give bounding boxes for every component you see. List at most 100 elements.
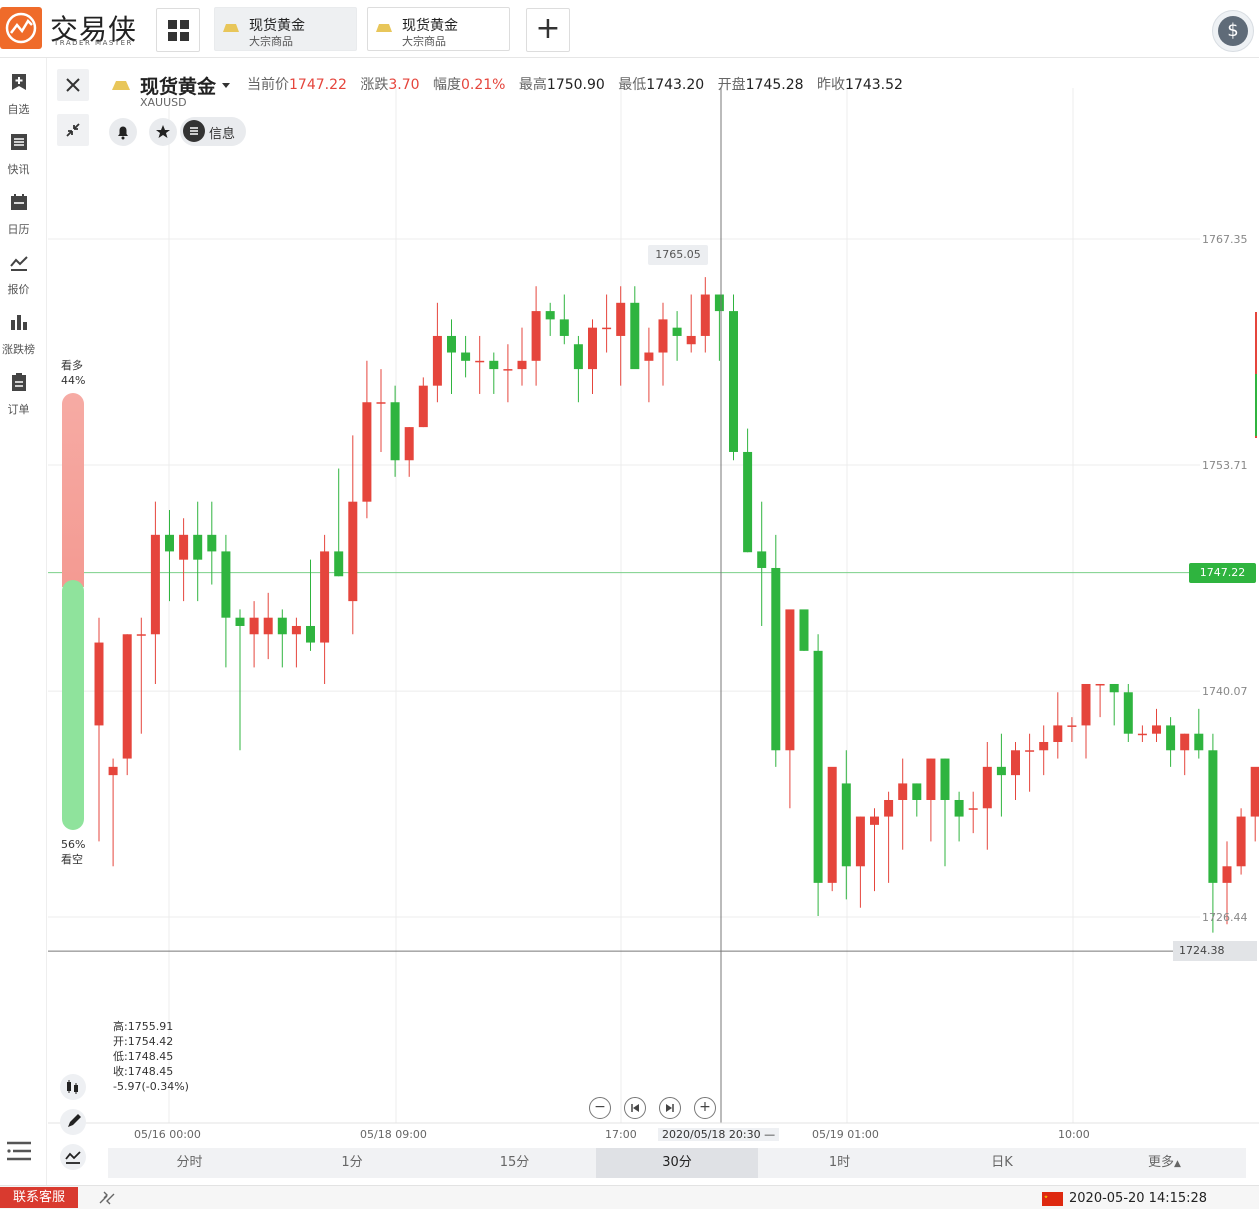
candle-body (1081, 683, 1091, 726)
candle-body (573, 344, 583, 370)
zoom-in-button[interactable]: + (694, 1097, 716, 1119)
period-tab[interactable]: 分时 (108, 1148, 271, 1178)
tab-gold-1[interactable]: 现货黄金 大宗商品 (214, 7, 357, 51)
period-tab[interactable]: 日K (921, 1148, 1083, 1178)
scroll-start-button[interactable] (624, 1097, 646, 1119)
candle-body (912, 783, 922, 800)
close-chart-button[interactable] (57, 69, 89, 101)
candle-body (870, 816, 879, 825)
collapse-button[interactable] (57, 114, 89, 146)
add-tab-button[interactable]: + (526, 8, 570, 52)
candle-body (644, 352, 654, 361)
candle-body (122, 634, 132, 759)
period-tab[interactable]: 1时 (758, 1148, 921, 1178)
period-more-label: 更多 (1148, 1155, 1175, 1170)
bear-bar (62, 580, 84, 830)
sidebar-item-ranking[interactable]: 涨跌榜 (0, 308, 47, 364)
quote-value: 1743.52 (845, 77, 903, 93)
sidebar-item-label: 涨跌榜 (2, 343, 35, 356)
scroll-end-button[interactable] (659, 1097, 681, 1119)
symbol-name[interactable]: 现货黄金 (140, 72, 216, 99)
candle-body (432, 335, 442, 386)
info-label: 信息 (209, 127, 236, 142)
y-tick-label: 1740.07 (1202, 685, 1248, 698)
layout-grid-button[interactable] (156, 8, 200, 52)
tab-gold-2[interactable]: 现货黄金 大宗商品 (367, 7, 510, 51)
candle-body (1236, 816, 1246, 867)
candle-body (1166, 725, 1176, 751)
candle-body (743, 451, 753, 553)
chart-panel[interactable] (48, 58, 1259, 1185)
candle-body (320, 551, 330, 643)
logo-subtitle: TRADER MASTER (54, 39, 133, 47)
chart-type-button[interactable] (60, 1074, 86, 1100)
x-tick-label: 10:00 (1058, 1128, 1090, 1141)
period-tab-active[interactable]: 30分 (596, 1148, 758, 1178)
candle-body (447, 335, 456, 353)
sidebar-item-orders[interactable]: 订单 (0, 368, 47, 424)
skip-forward-icon (666, 1104, 674, 1112)
candle-body (207, 534, 217, 552)
candle-body (785, 609, 795, 751)
candle-body (700, 294, 710, 336)
account-button[interactable]: $ (1212, 10, 1254, 52)
candle-body (165, 534, 174, 552)
candle-body (475, 360, 485, 363)
sidebar-item-calendar[interactable]: 日历 (0, 188, 47, 244)
bell-icon (118, 126, 128, 140)
candle-body (559, 319, 569, 336)
quote-label: 最高 (518, 77, 547, 93)
period-tab-more[interactable]: 更多▲ (1083, 1148, 1246, 1178)
candle-body (855, 816, 865, 867)
sidebar-item-news[interactable]: 快讯 (0, 128, 47, 184)
candle-body (813, 650, 823, 883)
period-tab[interactable]: 1分 (271, 1148, 433, 1178)
quote-value: 0.21% (460, 77, 506, 93)
candle-body (404, 427, 414, 461)
candle-body (1025, 750, 1035, 752)
info-button[interactable]: 信息 (180, 117, 246, 146)
candle-body (827, 766, 837, 883)
candle-body (221, 551, 231, 618)
quote-label: 昨收 (817, 77, 845, 93)
menu-icon[interactable] (7, 1140, 31, 1162)
customer-service-button[interactable]: 联系客服 (0, 1187, 78, 1208)
tab-subtitle: 大宗商品 (249, 35, 293, 48)
sidebar-item-watchlist[interactable]: 自选 (0, 68, 47, 124)
indicator-button[interactable] (60, 1144, 86, 1170)
line-chart-icon (10, 256, 28, 271)
collapse-icon (66, 123, 80, 137)
candle-body (418, 385, 428, 428)
caret-up-icon: ▲ (1174, 1159, 1181, 1169)
news-list-icon (11, 134, 27, 150)
bull-percent: 44% (61, 374, 86, 387)
candle-body (884, 799, 894, 817)
candle-body (517, 360, 527, 370)
sidebar-item-label: 报价 (7, 283, 30, 296)
draw-tool-button[interactable] (60, 1109, 86, 1135)
alert-button[interactable] (109, 118, 137, 146)
candle-body (362, 402, 372, 502)
period-tab[interactable]: 15分 (433, 1148, 596, 1178)
candle-body (277, 617, 287, 635)
gold-bar-icon (376, 24, 392, 32)
favorite-button[interactable] (149, 118, 177, 146)
candle-body (1053, 725, 1063, 742)
candle-body (996, 766, 1006, 776)
tab-subtitle: 大宗商品 (402, 35, 446, 48)
candle-body (503, 369, 513, 371)
crosshair-time-label: 2020/05/18 20:30 — (658, 1128, 780, 1141)
x-tick-label: 05/19 01:00 (812, 1128, 879, 1141)
x-tick-label: 17:00 (605, 1128, 637, 1141)
chevron-down-icon[interactable] (222, 83, 230, 88)
quote-value: 1747.22 (289, 77, 347, 93)
candle-body (235, 617, 245, 626)
ohlc-close: 收:1748.45 (113, 1065, 174, 1078)
candle-body (334, 551, 344, 577)
calendar-icon (11, 194, 27, 210)
candle-body (489, 360, 499, 370)
sidebar-item-quotes[interactable]: 报价 (0, 248, 47, 304)
candlestick-chart[interactable] (48, 58, 1259, 1185)
y-tick-label: 1726.44 (1202, 911, 1248, 924)
zoom-out-button[interactable]: − (589, 1097, 611, 1119)
